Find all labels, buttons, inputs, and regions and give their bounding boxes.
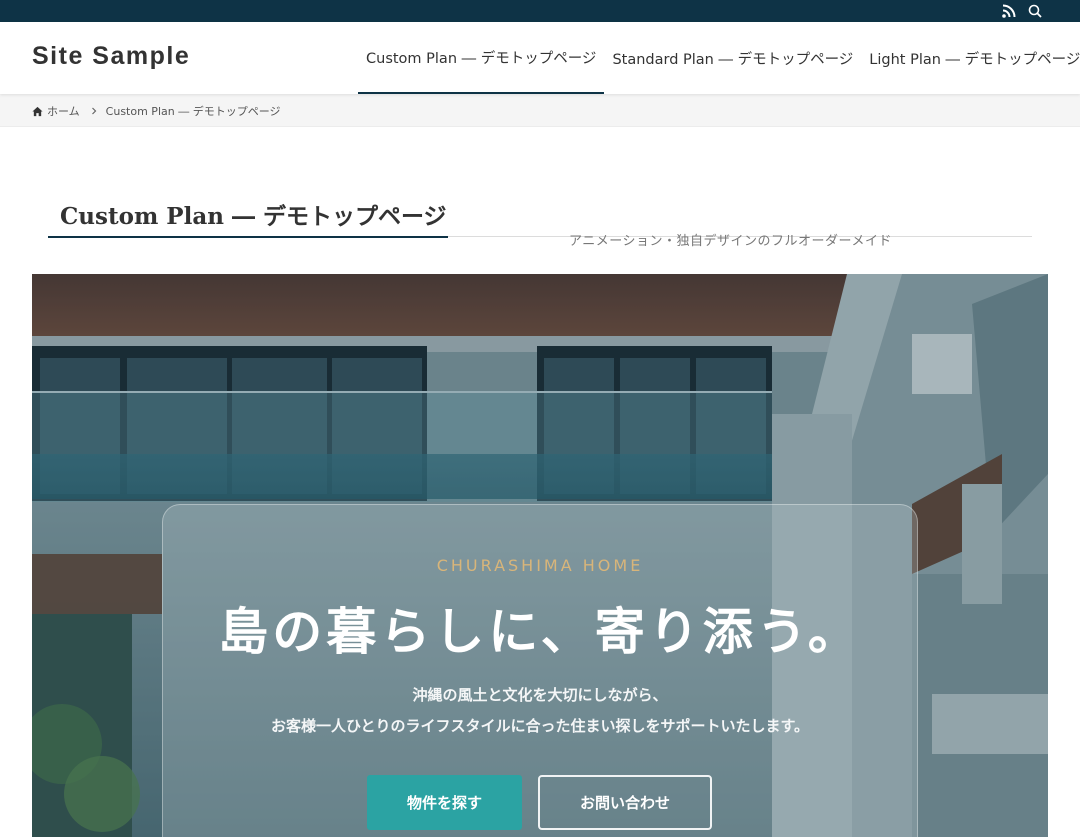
top-utility-bar	[0, 0, 1080, 22]
global-nav: Custom Plan ― デモトップページ Standard Plan ― デ…	[358, 22, 1080, 94]
search-properties-button[interactable]: 物件を探す	[367, 775, 522, 830]
breadcrumb-bar: ホーム Custom Plan ― デモトップページ	[0, 94, 1080, 127]
breadcrumb-home-link[interactable]: ホーム	[47, 103, 80, 119]
nav-item-standard-plan[interactable]: Standard Plan ― デモトップページ	[604, 22, 861, 94]
chevron-right-icon	[91, 107, 97, 115]
hero-description-line-1: 沖縄の風土と文化を大切にしながら、	[412, 686, 668, 704]
home-icon	[32, 106, 43, 116]
title-underline	[48, 236, 448, 238]
hero-eyebrow: CHURASHIMA HOME	[436, 556, 644, 575]
hero-headline: 島の暮らしに、寄り添う。	[218, 602, 862, 661]
page-subtitle: アニメーション・独自デザインのフルオーダーメイド	[569, 234, 892, 249]
search-icon[interactable]	[1027, 3, 1043, 19]
rss-icon[interactable]	[1001, 3, 1017, 19]
hero-description-line-2: お客様一人ひとりのライフスタイルに合った住まい探しをサポートいたします。	[270, 717, 810, 735]
contact-button[interactable]: お問い合わせ	[538, 775, 712, 830]
nav-item-custom-plan[interactable]: Custom Plan ― デモトップページ	[358, 22, 605, 94]
breadcrumb-current: Custom Plan ― デモトップページ	[105, 105, 281, 118]
site-logo[interactable]: Site Sample	[32, 42, 190, 71]
breadcrumb: ホーム Custom Plan ― デモトップページ	[32, 103, 281, 119]
hero-section: CHURASHIMA HOME 島の暮らしに、寄り添う。 沖縄の風土と文化を大切…	[32, 274, 1048, 837]
nav-item-light-plan[interactable]: Light Plan ― デモトップページ	[861, 22, 1080, 94]
page-title: Custom Plan ― デモトップページ	[60, 203, 447, 230]
site-header: Site Sample Custom Plan ― デモトップページ Stand…	[0, 22, 1080, 94]
